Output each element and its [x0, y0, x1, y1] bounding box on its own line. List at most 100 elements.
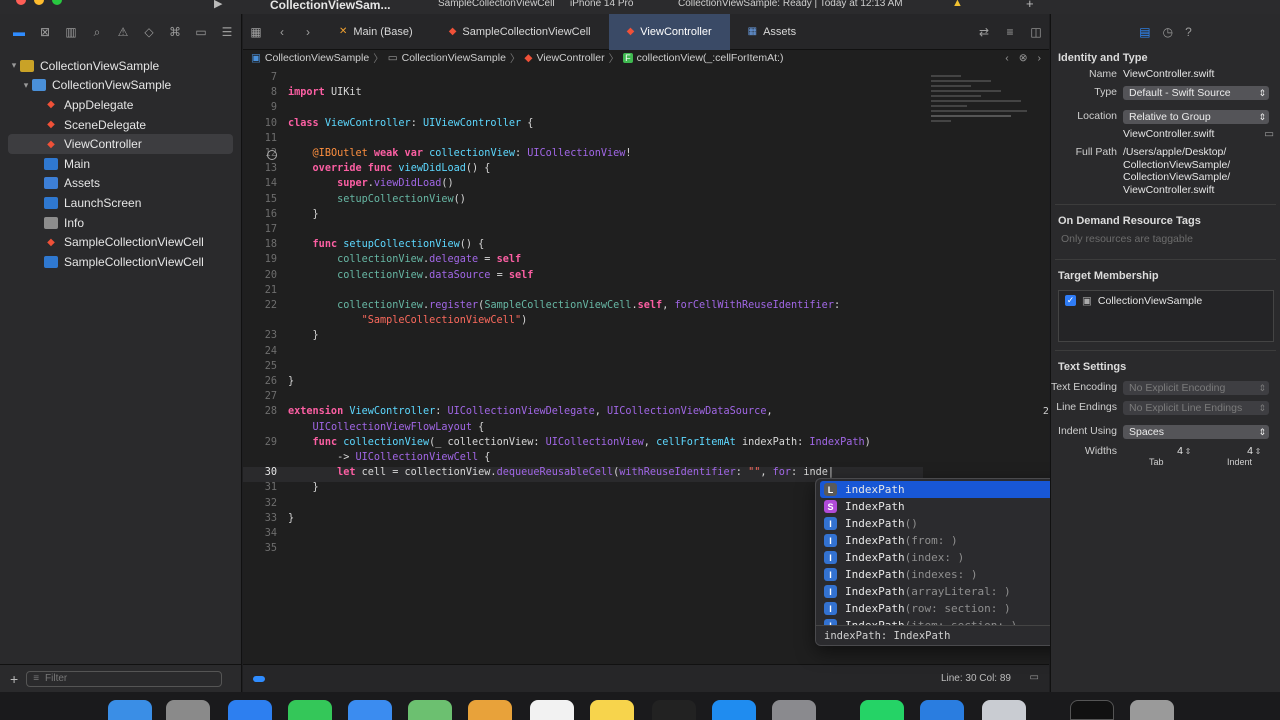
adjust-icon[interactable]: ≡ — [997, 25, 1023, 39]
breadcrumb-item[interactable]: CollectionViewSample — [402, 52, 506, 64]
chevron-down-icon[interactable]: ▾ — [20, 80, 32, 91]
code-text[interactable]: "SampleCollectionViewCell") — [288, 315, 528, 326]
refresh-icon[interactable]: ⇄ — [971, 25, 997, 39]
next-issue-icon[interactable]: › — [1038, 52, 1042, 64]
indent-using-popup[interactable]: Spaces — [1123, 425, 1269, 439]
hide-debug-icon[interactable]: ▭ — [1030, 672, 1039, 683]
symbol-icon[interactable]: ▥ — [58, 25, 84, 39]
warning-triangle-icon[interactable]: ▲ — [952, 0, 963, 9]
line-number[interactable]: 20 — [243, 270, 277, 281]
line-number[interactable]: 18 — [243, 239, 277, 250]
issue-icon[interactable]: ⚠ — [110, 25, 136, 39]
code-text[interactable]: } — [288, 482, 319, 493]
line-number[interactable]: 11 — [243, 133, 277, 144]
breadcrumb-item[interactable]: CollectionViewSample — [265, 52, 369, 64]
prev-issue-icon[interactable]: ‹ — [1005, 52, 1009, 64]
tab-3[interactable]: ◆ ViewController — [608, 13, 730, 50]
line-number[interactable]: 24 — [243, 346, 277, 357]
line-number[interactable]: 35 — [243, 543, 277, 554]
code-text[interactable]: -> UICollectionViewCell { — [288, 452, 490, 463]
back-icon[interactable]: ‹ — [269, 25, 295, 39]
sidebar-item-file[interactable]: ◆ SampleCollectionViewCell — [0, 232, 241, 252]
tab-width-stepper[interactable]: ⇕ — [1183, 447, 1193, 456]
line-number[interactable]: 27 — [243, 391, 277, 402]
help-icon[interactable]: ? — [1185, 25, 1192, 39]
grid-icon[interactable]: ▦ — [243, 25, 269, 39]
file-icon[interactable]: ▤ — [1139, 25, 1150, 39]
sidebar-item-file[interactable]: Assets — [0, 174, 241, 194]
code-text[interactable]: } — [288, 376, 294, 387]
preview-icon[interactable] — [982, 700, 1026, 720]
xcode-icon[interactable] — [920, 700, 964, 720]
debug-icon[interactable]: ⌘ — [162, 25, 188, 39]
minimap[interactable] — [931, 72, 1041, 182]
sidebar-item-file[interactable]: LaunchScreen — [0, 193, 241, 213]
line-number[interactable]: 30 — [243, 467, 277, 478]
line-number[interactable]: 13 — [243, 163, 277, 174]
maps-icon[interactable] — [408, 700, 452, 720]
close-window-button[interactable] — [16, 0, 26, 5]
line-number[interactable]: 15 — [243, 194, 277, 205]
line-number[interactable]: 14 — [243, 178, 277, 189]
finder-icon[interactable] — [108, 700, 152, 720]
tab-2[interactable]: ◆ SampleCollectionViewCell — [431, 14, 609, 50]
code-text[interactable]: UICollectionViewFlowLayout { — [288, 422, 485, 433]
terminal-icon[interactable] — [1070, 700, 1114, 720]
photos-icon[interactable] — [468, 700, 512, 720]
folder-icon[interactable]: ▭ — [1264, 128, 1274, 140]
line-number[interactable]: 23 — [243, 330, 277, 341]
chevron-down-icon[interactable]: ▾ — [8, 60, 20, 71]
sidebar-item-file[interactable]: SampleCollectionViewCell — [0, 252, 241, 272]
sidebar-item-file[interactable]: ◆ SceneDelegate — [0, 115, 241, 135]
tab-1[interactable]: ✕ Main (Base) — [321, 14, 431, 50]
breakpoint-icon[interactable]: ▭ — [188, 25, 214, 39]
close-issue-icon[interactable]: ⊗ — [1019, 52, 1028, 64]
report-icon[interactable]: ☰ — [214, 25, 240, 39]
split-editor-icon[interactable]: ◫ — [1023, 25, 1049, 39]
code-text[interactable]: extension ViewController: UICollectionVi… — [288, 406, 773, 417]
line-endings-popup[interactable]: No Explicit Line Endings — [1123, 401, 1269, 415]
line-number[interactable]: 16 — [243, 209, 277, 220]
line-number[interactable]: 9 — [243, 102, 277, 113]
line-number[interactable]: 10 — [243, 118, 277, 129]
device-selector[interactable]: iPhone 14 Pro — [570, 0, 633, 9]
launchpad-icon[interactable] — [166, 700, 210, 720]
run-icon[interactable]: ▶ — [214, 0, 222, 10]
code-text[interactable]: collectionView.dataSource = self — [288, 270, 533, 281]
code-text[interactable]: collectionView.register(SampleCollection… — [288, 300, 840, 311]
sidebar-item-file[interactable]: ▾ CollectionViewSample — [0, 56, 241, 76]
file-name-field[interactable]: ViewController.swift — [1123, 68, 1280, 80]
line-number[interactable]: 25 — [243, 361, 277, 372]
code-text[interactable]: func setupCollectionView() { — [288, 239, 485, 250]
calendar-icon[interactable] — [530, 700, 574, 720]
line-number[interactable]: 17 — [243, 224, 277, 235]
notes-icon[interactable] — [590, 700, 634, 720]
sidebar-item-file[interactable]: Main — [0, 154, 241, 174]
sidebar-item-file[interactable]: ▾ CollectionViewSample — [0, 76, 241, 96]
line-number[interactable]: 29 — [243, 437, 277, 448]
code-text[interactable]: } — [288, 330, 319, 341]
app-store-icon[interactable] — [712, 700, 756, 720]
settings-icon[interactable] — [772, 700, 816, 720]
sidebar-item-file[interactable]: ◆ AppDelegate — [0, 95, 241, 115]
line-number[interactable]: 28 — [243, 406, 277, 417]
sidebar-item-file[interactable]: ◆ ViewController — [8, 134, 233, 154]
line-number[interactable]: 7 — [243, 72, 277, 83]
code-text[interactable]: collectionView.delegate = self — [288, 254, 521, 265]
code-text[interactable]: setupCollectionView() — [288, 194, 466, 205]
folder-icon[interactable]: ▬ — [6, 25, 32, 39]
tab-4[interactable]: ▦ Assets — [730, 14, 814, 50]
test-icon[interactable]: ◇ — [136, 25, 162, 39]
target-checkbox[interactable]: ✓ — [1065, 295, 1076, 306]
debug-area-toggle-icon[interactable] — [253, 676, 265, 682]
messages-icon[interactable] — [288, 700, 332, 720]
filter-input[interactable]: ≡ Filter — [26, 670, 223, 687]
code-text[interactable]: override func viewDidLoad() { — [288, 163, 491, 174]
line-number[interactable]: 26 — [243, 376, 277, 387]
breadcrumb-item[interactable]: collectionView(_:cellForItemAt:) — [637, 52, 784, 64]
minimize-window-button[interactable] — [34, 0, 44, 5]
location-popup[interactable]: Relative to Group — [1123, 110, 1269, 124]
tab-width-value[interactable]: 4 — [1123, 445, 1183, 457]
add-icon[interactable]: + — [1026, 0, 1034, 11]
safari-icon[interactable] — [228, 700, 272, 720]
